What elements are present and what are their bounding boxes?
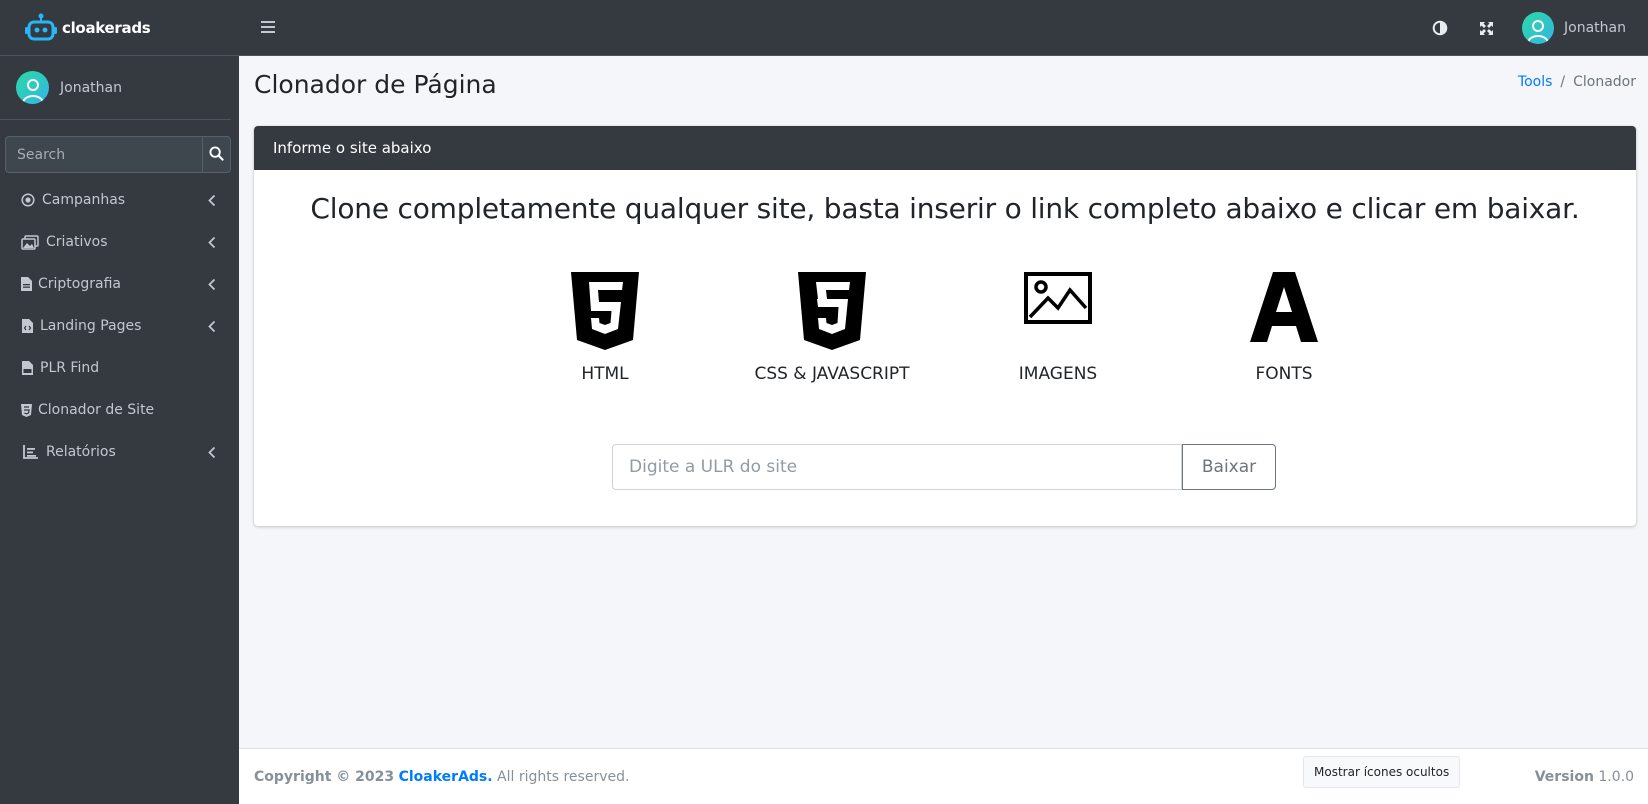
hamburger-menu-icon[interactable] [261, 19, 275, 35]
circle-dot-icon [20, 192, 36, 208]
url-form: Baixar [612, 444, 1276, 490]
chevron-left-icon [207, 319, 217, 333]
image-icon [958, 272, 1158, 324]
feature-fonts: FONTS [1184, 272, 1384, 384]
feature-label: CSS & JAVASCRIPT [754, 364, 910, 384]
breadcrumb-link-tools[interactable]: Tools [1518, 74, 1553, 90]
content-header: Clonador de Página Tools / Clonador [254, 56, 1636, 126]
images-icon [20, 234, 40, 250]
footer: Copyright © 2023 CloakerAds. All rights … [239, 748, 1648, 804]
sidebar-item-label: Criativos [46, 234, 108, 250]
footer-version: Version 1.0.0 [1535, 769, 1634, 785]
page-title: Clonador de Página [254, 70, 497, 99]
feature-label: IMAGENS [1018, 364, 1098, 384]
html5-icon [20, 402, 32, 418]
card-lead-text: Clone completamente qualquer site, basta… [310, 192, 1580, 225]
feature-html: HTML [505, 272, 705, 384]
show-hidden-icons-button[interactable]: Mostrar ícones ocultos [1303, 756, 1461, 788]
feature-list: HTML CSS & JAVASCRIPT IMAGENS FONTS [254, 272, 1636, 402]
sidebar-item-label: Clonador de Site [38, 402, 155, 418]
sidebar: cloakerads Jonathan Campanhas Criativos … [0, 0, 239, 804]
baixar-button[interactable]: Baixar [1182, 444, 1276, 490]
html5-icon [505, 272, 705, 350]
cloner-card: Informe o site abaixo Clone completament… [254, 126, 1636, 526]
chevron-left-icon [207, 193, 217, 207]
version-value: 1.0.0 [1598, 769, 1634, 785]
sidebar-item-criptografia[interactable]: Criptografia [0, 263, 239, 305]
topbar-user-name[interactable]: Jonathan [1564, 20, 1626, 36]
dark-mode-toggle-icon[interactable] [1430, 18, 1450, 38]
breadcrumb-separator: / [1560, 74, 1566, 90]
chart-line-icon [20, 444, 40, 460]
search-icon [209, 145, 224, 164]
font-icon [1184, 272, 1384, 342]
file-pdf-icon [20, 360, 34, 376]
feature-label: HTML [581, 364, 629, 384]
breadcrumb: Tools / Clonador [1518, 74, 1636, 90]
search-button[interactable] [202, 136, 231, 173]
feature-label: FONTS [1255, 364, 1313, 384]
feature-css-javascript: CSS & JAVASCRIPT [732, 272, 932, 384]
robot-logo-icon [24, 13, 60, 43]
sidebar-item-label: Landing Pages [40, 318, 142, 334]
top-navbar: Jonathan [239, 0, 1648, 56]
search-input[interactable] [5, 136, 202, 173]
fullscreen-icon[interactable] [1476, 18, 1496, 38]
rights-text: All rights reserved. [497, 769, 630, 785]
sidebar-item-label: Relatórios [46, 444, 116, 460]
sidebar-item-campanhas[interactable]: Campanhas [0, 179, 239, 221]
topbar-right: Jonathan [1430, 0, 1626, 56]
sidebar-user-name[interactable]: Jonathan [60, 80, 122, 96]
footer-brand-link[interactable]: CloakerAds. [399, 769, 493, 785]
file-icon [20, 276, 32, 292]
sidebar-item-label: Criptografia [38, 276, 121, 292]
sidebar-item-plr-find[interactable]: PLR Find [0, 347, 239, 389]
brand-name: cloakerads [62, 18, 151, 37]
sidebar-item-label: PLR Find [40, 360, 100, 376]
css3-icon [732, 272, 932, 350]
sidebar-nav: Campanhas Criativos Criptografia Landing… [0, 179, 239, 473]
avatar[interactable] [1522, 12, 1555, 44]
sidebar-item-label: Campanhas [42, 192, 126, 208]
sidebar-item-clonador-de-site[interactable]: Clonador de Site [0, 389, 239, 431]
copyright-text: Copyright © 2023 [254, 769, 395, 785]
avatar [16, 71, 49, 104]
chevron-left-icon [207, 445, 217, 459]
sidebar-search [5, 136, 231, 173]
card-title: Informe o site abaixo [273, 139, 432, 157]
brand-link[interactable]: cloakerads [0, 0, 239, 56]
footer-copyright: Copyright © 2023 CloakerAds. All rights … [254, 769, 629, 785]
sidebar-item-criativos[interactable]: Criativos [0, 221, 239, 263]
sidebar-user-panel[interactable]: Jonathan [0, 56, 231, 120]
feature-imagens: IMAGENS [958, 272, 1158, 384]
chevron-left-icon [207, 277, 217, 291]
sidebar-item-relatorios[interactable]: Relatórios [0, 431, 239, 473]
file-code-icon [20, 318, 34, 334]
card-header: Informe o site abaixo [254, 126, 1636, 170]
version-label: Version [1534, 769, 1594, 785]
site-url-input[interactable] [612, 444, 1182, 490]
chevron-left-icon [207, 235, 217, 249]
sidebar-item-landing-pages[interactable]: Landing Pages [0, 305, 239, 347]
breadcrumb-current: Clonador [1573, 74, 1636, 90]
